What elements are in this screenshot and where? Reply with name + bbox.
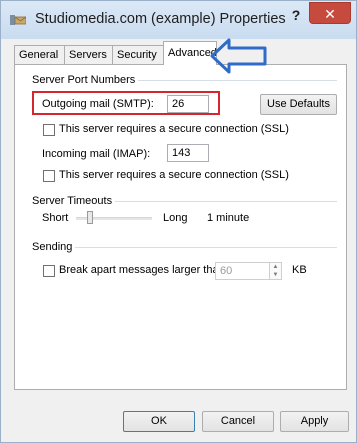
group-divider xyxy=(105,201,337,202)
apply-button[interactable]: Apply xyxy=(280,411,349,432)
mail-account-icon xyxy=(10,15,26,25)
timeout-slider-thumb[interactable] xyxy=(87,211,93,224)
timeout-short-label: Short xyxy=(42,212,69,224)
incoming-ssl-checkbox[interactable] xyxy=(43,170,55,182)
ok-button[interactable]: OK xyxy=(123,411,195,432)
window-title: Studiomedia.com (example) Properties xyxy=(35,11,286,27)
incoming-ssl-label: This server requires a secure connection… xyxy=(59,169,289,181)
properties-dialog: Studiomedia.com (example) Properties ? ✕… xyxy=(0,0,357,443)
message-size-spinner[interactable]: ▲ ▼ xyxy=(269,262,282,280)
message-size-input[interactable]: 60 xyxy=(215,262,270,280)
title-bar: Studiomedia.com (example) Properties ? ✕ xyxy=(1,1,356,39)
outgoing-ssl-label: This server requires a secure connection… xyxy=(59,123,289,135)
group-divider xyxy=(75,247,337,248)
use-defaults-button[interactable]: Use Defaults xyxy=(260,94,337,115)
incoming-mail-label: Incoming mail (IMAP): xyxy=(42,148,151,160)
break-apart-label: Break apart messages larger than xyxy=(59,264,225,276)
break-apart-checkbox[interactable] xyxy=(43,265,55,277)
close-button[interactable]: ✕ xyxy=(309,2,351,24)
outgoing-ssl-checkbox[interactable] xyxy=(43,124,55,136)
highlight-box xyxy=(32,91,220,115)
server-timeouts-heading: Server Timeouts xyxy=(32,195,116,207)
timeout-long-label: Long xyxy=(163,212,188,224)
tab-general[interactable]: General xyxy=(14,45,65,64)
tab-servers[interactable]: Servers xyxy=(64,45,113,64)
server-port-numbers-heading: Server Port Numbers xyxy=(32,74,139,86)
group-divider xyxy=(125,80,337,81)
tab-security[interactable]: Security xyxy=(112,45,164,64)
incoming-port-input[interactable]: 143 xyxy=(167,144,209,162)
size-unit-label: KB xyxy=(292,264,307,276)
help-button[interactable]: ? xyxy=(284,7,308,27)
annotation-arrow-icon xyxy=(210,38,267,74)
timeout-value-label: 1 minute xyxy=(207,212,250,224)
cancel-button[interactable]: Cancel xyxy=(202,411,274,432)
sending-heading: Sending xyxy=(32,241,76,253)
